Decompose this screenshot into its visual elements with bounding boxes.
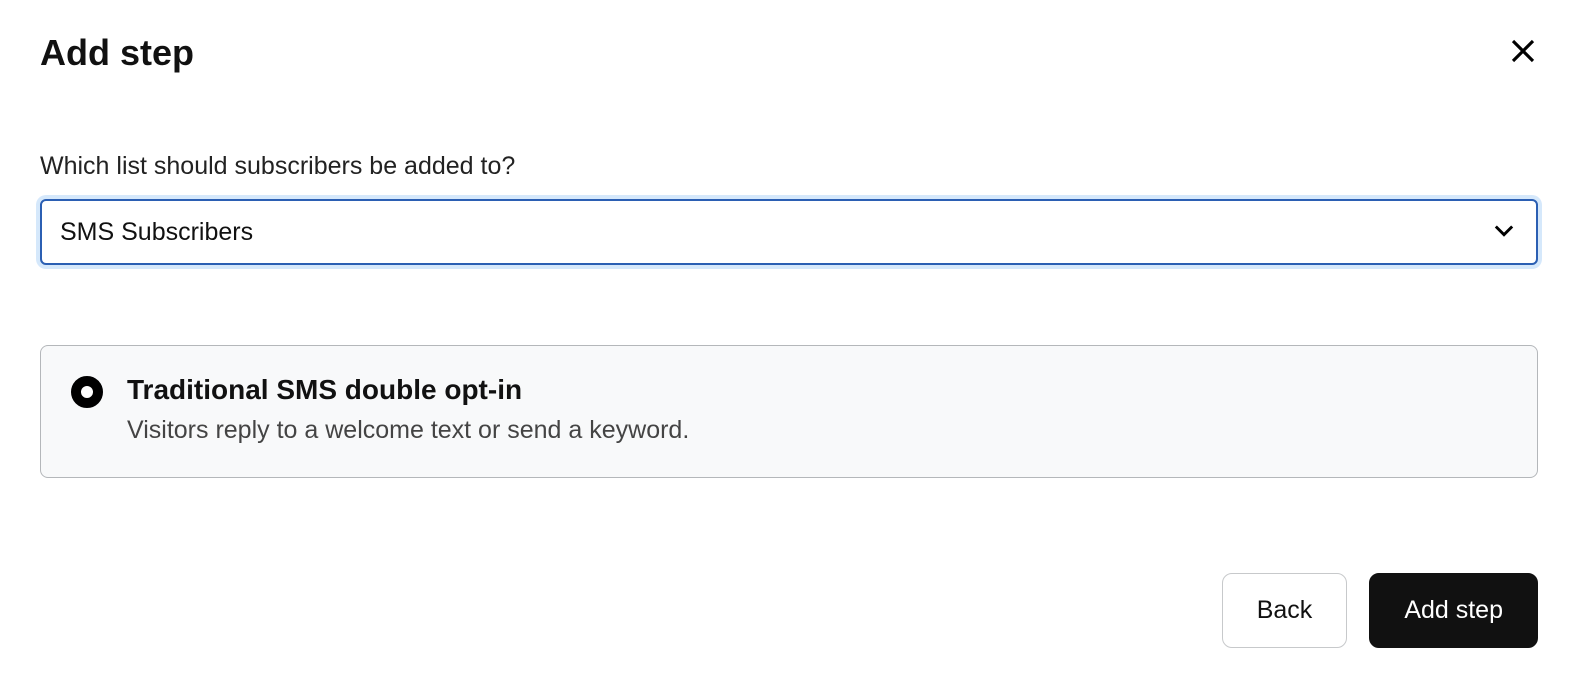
- option-description: Visitors reply to a welcome text or send…: [127, 416, 689, 445]
- close-button[interactable]: [1508, 36, 1538, 69]
- dialog-title: Add step: [40, 32, 194, 74]
- list-field-label: Which list should subscribers be added t…: [40, 152, 1538, 181]
- list-select[interactable]: SMS Subscribers: [40, 199, 1538, 265]
- optin-option-card[interactable]: Traditional SMS double opt-in Visitors r…: [40, 345, 1538, 478]
- dialog-header: Add step: [40, 32, 1538, 74]
- list-field-group: Which list should subscribers be added t…: [40, 152, 1538, 265]
- radio-selected-icon: [71, 376, 103, 408]
- chevron-down-icon: [1490, 216, 1518, 249]
- add-step-button[interactable]: Add step: [1369, 573, 1538, 648]
- dialog-footer: Back Add step: [1222, 573, 1538, 648]
- list-select-value: SMS Subscribers: [60, 218, 1490, 247]
- back-button[interactable]: Back: [1222, 573, 1348, 648]
- option-title: Traditional SMS double opt-in: [127, 374, 689, 406]
- close-icon: [1508, 54, 1538, 69]
- option-text: Traditional SMS double opt-in Visitors r…: [127, 374, 689, 445]
